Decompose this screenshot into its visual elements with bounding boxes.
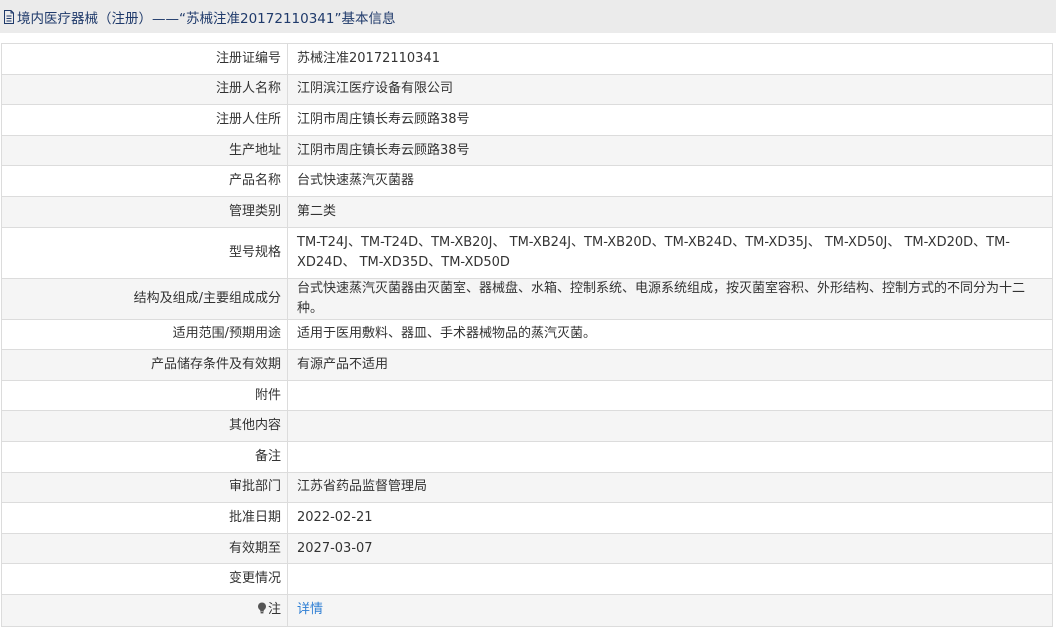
note-row: 注 详情 (1, 593, 1053, 627)
lightbulb-icon (257, 601, 267, 614)
row-label: 管理类别 (1, 195, 288, 228)
row-value: 苏械注准20172110341 (287, 43, 1053, 75)
row-label: 适用范围/预期用途 (1, 318, 288, 351)
table-row: 有效期至 2027-03-07 (1, 532, 1053, 565)
row-label: 附件 (1, 379, 288, 412)
table-row: 注册人名称 江阴滨江医疗设备有限公司 (1, 73, 1053, 106)
table-row: 适用范围/预期用途 适用于医用敷料、器皿、手术器械物品的蒸汽灭菌。 (1, 318, 1053, 351)
row-label: 备注 (1, 440, 288, 473)
row-value: 2027-03-07 (287, 532, 1053, 565)
row-label: 批准日期 (1, 502, 288, 534)
row-label: 注册人名称 (1, 73, 288, 106)
row-value: 江阴滨江医疗设备有限公司 (287, 73, 1053, 106)
table-row: 其他内容 (1, 410, 1053, 442)
row-value: TM-T24J、TM-T24D、TM-XB20J、 TM-XB24J、TM-XB… (287, 226, 1053, 279)
row-label: 型号规格 (1, 226, 288, 279)
document-icon (3, 9, 15, 24)
table-row: 注册证编号 苏械注准20172110341 (1, 43, 1053, 75)
row-value: 有源产品不适用 (287, 349, 1053, 381)
table-row: 变更情况 (1, 563, 1053, 595)
row-value: 2022-02-21 (287, 502, 1053, 534)
row-label: 变更情况 (1, 563, 288, 595)
row-value: 第二类 (287, 195, 1053, 228)
table-row: 型号规格 TM-T24J、TM-T24D、TM-XB20J、 TM-XB24J、… (1, 226, 1053, 279)
row-label: 其他内容 (1, 410, 288, 442)
row-label: 注册证编号 (1, 43, 288, 75)
table-row: 管理类别 第二类 (1, 195, 1053, 228)
row-label: 生产地址 (1, 134, 288, 167)
row-label: 注册人住所 (1, 104, 288, 136)
row-label: 结构及组成/主要组成成分 (1, 277, 288, 320)
row-value (287, 563, 1053, 595)
page-title: 境内医疗器械（注册）——“苏械注准20172110341”基本信息 (17, 10, 396, 27)
row-label: 审批部门 (1, 471, 288, 504)
table-row: 备注 (1, 440, 1053, 473)
row-value (287, 440, 1053, 473)
table-row: 注册人住所 江阴市周庄镇长寿云顾路38号 (1, 104, 1053, 136)
table-row: 结构及组成/主要组成成分 台式快速蒸汽灭菌器由灭菌室、器械盘、水箱、控制系统、电… (1, 277, 1053, 320)
row-value: 江苏省药品监督管理局 (287, 471, 1053, 504)
row-value: 江阴市周庄镇长寿云顾路38号 (287, 104, 1053, 136)
row-value: 江阴市周庄镇长寿云顾路38号 (287, 134, 1053, 167)
page-header: 境内医疗器械（注册）——“苏械注准20172110341”基本信息 (0, 0, 1056, 33)
table-row: 产品储存条件及有效期 有源产品不适用 (1, 349, 1053, 381)
note-value-cell: 详情 (287, 593, 1053, 627)
table-row: 审批部门 江苏省药品监督管理局 (1, 471, 1053, 504)
table-row: 批准日期 2022-02-21 (1, 502, 1053, 534)
row-value (287, 410, 1053, 442)
row-label: 有效期至 (1, 532, 288, 565)
table-row: 附件 (1, 379, 1053, 412)
note-label-cell: 注 (1, 593, 288, 627)
details-link[interactable]: 详情 (297, 602, 323, 617)
row-value: 台式快速蒸汽灭菌器由灭菌室、器械盘、水箱、控制系统、电源系统组成，按灭菌室容积、… (287, 277, 1053, 320)
row-label: 产品名称 (1, 165, 288, 197)
note-label: 注 (267, 602, 281, 618)
table-row: 产品名称 台式快速蒸汽灭菌器 (1, 165, 1053, 197)
row-value: 适用于医用敷料、器皿、手术器械物品的蒸汽灭菌。 (287, 318, 1053, 351)
registration-info-table: 注册证编号 苏械注准20172110341 注册人名称 江阴滨江医疗设备有限公司… (1, 43, 1053, 627)
row-label: 产品储存条件及有效期 (1, 349, 288, 381)
table-row: 生产地址 江阴市周庄镇长寿云顾路38号 (1, 134, 1053, 167)
row-value: 台式快速蒸汽灭菌器 (287, 165, 1053, 197)
row-value (287, 379, 1053, 412)
